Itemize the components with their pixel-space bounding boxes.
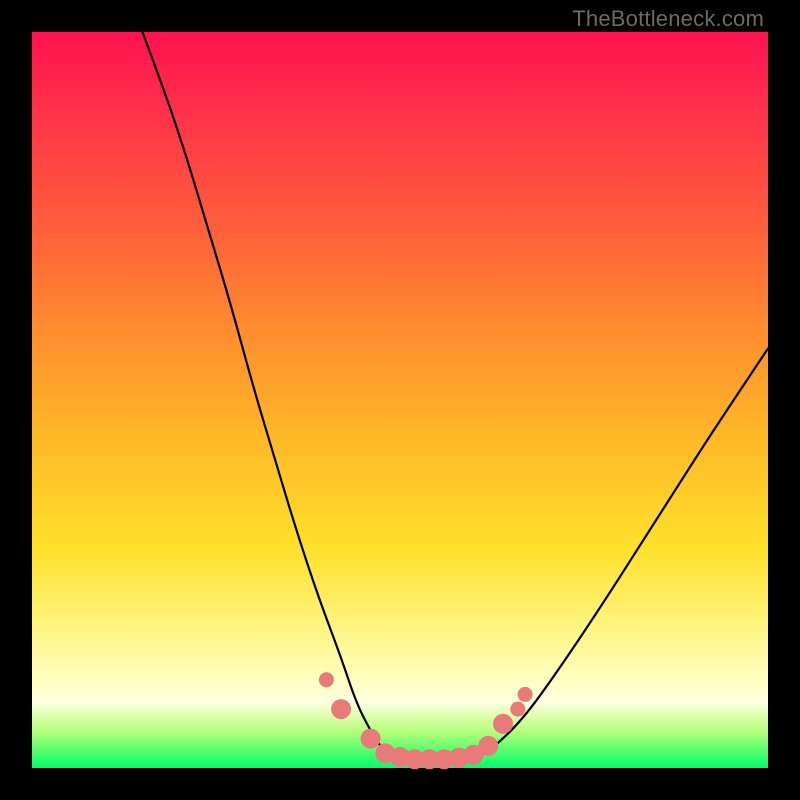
valley-marker [319,672,334,687]
valley-marker [361,729,381,749]
curve-layer [32,32,768,768]
chart-frame: TheBottleneck.com [0,0,800,800]
valley-marker [478,736,498,756]
plot-area [32,32,768,768]
valley-marker [331,699,351,719]
valley-marker [493,714,513,734]
watermark-text: TheBottleneck.com [572,6,764,32]
valley-marker [518,687,533,702]
valley-marker [510,702,525,717]
bottleneck-curve [142,32,768,761]
